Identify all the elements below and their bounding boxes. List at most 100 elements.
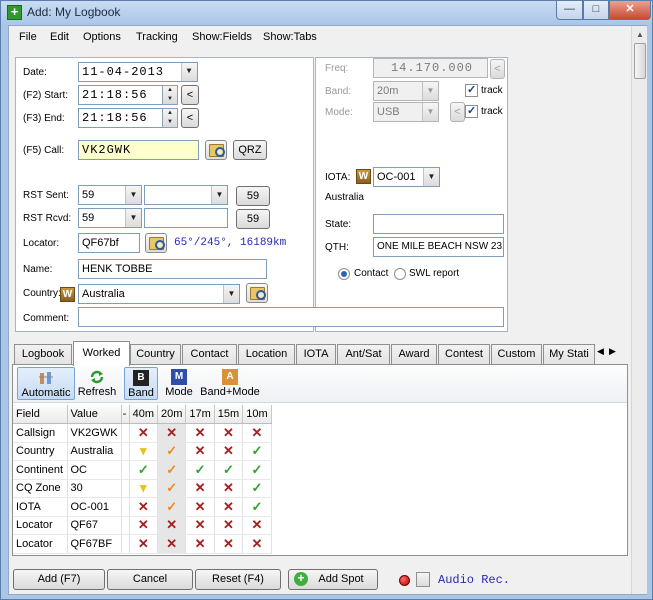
qrz-button[interactable]: QRZ	[233, 140, 267, 160]
band-track-checkbox[interactable]	[465, 83, 478, 97]
menu-tracking[interactable]: Tracking	[136, 31, 178, 43]
add-spot-icon: +	[294, 572, 308, 586]
rst-rcvd-button[interactable]: 59	[236, 209, 270, 229]
mode-track-checkbox[interactable]	[465, 104, 478, 118]
mode-toggle-button[interactable]: M Mode	[162, 367, 196, 400]
tab-iota[interactable]: IOTA	[296, 344, 336, 365]
tab-country[interactable]: Country	[130, 344, 181, 365]
country-label: Country:	[23, 288, 61, 299]
spin-down-icon[interactable]: ▼	[163, 118, 177, 127]
spin-up-icon[interactable]: ▲	[163, 109, 177, 118]
spin-up-icon[interactable]: ▲	[163, 86, 177, 95]
col-field[interactable]: Field	[13, 405, 68, 424]
mode-sync-button[interactable]: <	[450, 102, 465, 122]
table-row[interactable]: Locator QF67BF ✕ ✕ ✕ ✕ ✕	[13, 534, 272, 554]
table-row[interactable]: CQ Zone 30 ▾ ✓ ✕ ✕ ✓	[13, 479, 272, 498]
end-time-input[interactable]: 21:18:56	[78, 108, 164, 128]
tab-location[interactable]: Location	[238, 344, 295, 365]
country-dropdown-icon[interactable]: ▼	[223, 285, 239, 303]
country-lookup-icon[interactable]	[246, 283, 268, 303]
vertical-scrollbar[interactable]: ▲	[631, 26, 647, 594]
menu-options[interactable]: Options	[83, 31, 121, 43]
col-value[interactable]: Value	[67, 405, 122, 424]
col-17m[interactable]: 17m	[185, 405, 215, 424]
locator-lookup-icon[interactable]	[145, 233, 167, 253]
refresh-button[interactable]: Refresh	[76, 367, 118, 400]
cancel-button[interactable]: Cancel	[107, 569, 193, 590]
col-20m[interactable]: 20m	[157, 405, 187, 424]
end-time-spinner[interactable]: ▲ ▼	[162, 108, 178, 128]
call-input[interactable]: VK2GWK	[78, 140, 199, 160]
col-dash[interactable]: -	[121, 405, 130, 424]
tab-award[interactable]: Award	[391, 344, 437, 365]
start-now-button[interactable]: <	[181, 85, 199, 105]
comment-input[interactable]	[78, 307, 504, 327]
record-icon[interactable]	[399, 575, 410, 586]
table-row[interactable]: Locator QF67 ✕ ✕ ✕ ✕ ✕	[13, 516, 272, 535]
mode-select[interactable]: USB ▼	[373, 102, 439, 122]
band-select[interactable]: 20m ▼	[373, 81, 439, 101]
col-15m[interactable]: 15m	[214, 405, 244, 424]
automatic-button[interactable]: Automatic	[17, 367, 75, 400]
start-time-input[interactable]: 21:18:56	[78, 85, 164, 105]
country-select[interactable]: Australia ▼	[78, 284, 240, 304]
tab-worked[interactable]: Worked	[73, 341, 130, 366]
scroll-up-icon[interactable]: ▲	[633, 27, 647, 43]
end-now-button[interactable]: <	[181, 108, 199, 128]
tab-custom[interactable]: Custom	[491, 344, 542, 365]
table-row[interactable]: Continent OC ✓ ✓ ✓ ✓ ✓	[13, 460, 272, 480]
iota-select[interactable]: OC-001 ▼	[373, 167, 440, 187]
swl-report-radio[interactable]	[394, 268, 406, 280]
start-time-spinner[interactable]: ▲ ▼	[162, 85, 178, 105]
add-spot-button[interactable]: + Add Spot	[288, 569, 378, 590]
rst-sent-extra-dropdown-icon[interactable]: ▼	[211, 186, 227, 204]
qth-input[interactable]: ONE MILE BEACH NSW 231	[373, 237, 504, 257]
tab-contact[interactable]: Contact	[182, 344, 237, 365]
contact-radio[interactable]	[338, 268, 350, 280]
table-row[interactable]: Country Australia ▾ ✓ ✕ ✕ ✓	[13, 442, 272, 461]
band-mode-toggle-button[interactable]: A Band+Mode	[198, 367, 262, 400]
state-input[interactable]	[373, 214, 504, 234]
tab-my-station[interactable]: My Stati	[543, 344, 595, 365]
add-button[interactable]: Add (F7)	[13, 569, 105, 590]
band-toggle-button[interactable]: B Band	[124, 367, 158, 400]
reset-button[interactable]: Reset (F4)	[195, 569, 281, 590]
date-dropdown-icon[interactable]: ▼	[181, 63, 197, 81]
menu-edit[interactable]: Edit	[50, 31, 69, 43]
menu-show-fields[interactable]: Show:Fields	[192, 31, 252, 43]
minimize-button[interactable]: —	[556, 1, 583, 20]
rst-sent-button[interactable]: 59	[236, 186, 270, 206]
table-row[interactable]: IOTA OC-001 ✕ ✓ ✕ ✕ ✓	[13, 497, 272, 517]
rst-rcvd-input[interactable]: 59 ▼	[78, 208, 142, 228]
tab-contest[interactable]: Contest	[438, 344, 490, 365]
tab-scroll-left-icon[interactable]: ◀	[597, 346, 604, 357]
tab-logbook[interactable]: Logbook	[14, 344, 72, 365]
iota-dropdown-icon[interactable]: ▼	[423, 168, 439, 186]
band-dropdown-icon[interactable]: ▼	[422, 82, 438, 100]
scroll-thumb[interactable]	[634, 43, 646, 79]
tab-ant-sat[interactable]: Ant/Sat	[337, 344, 390, 365]
freq-input[interactable]: 14.170.000	[373, 58, 488, 78]
rst-rcvd-dropdown-icon[interactable]: ▼	[125, 209, 141, 227]
rst-sent-extra-input[interactable]: ▼	[144, 185, 228, 205]
menu-file[interactable]: File	[19, 31, 37, 43]
col-40m[interactable]: 40m	[129, 405, 158, 424]
rst-sent-input[interactable]: 59 ▼	[78, 185, 142, 205]
date-input[interactable]: 11-04-2013 ▼	[78, 62, 198, 82]
mode-dropdown-icon[interactable]: ▼	[422, 103, 438, 121]
tab-scroll-right-icon[interactable]: ▶	[609, 346, 616, 357]
spin-down-icon[interactable]: ▼	[163, 95, 177, 104]
call-lookup-icon[interactable]	[205, 140, 227, 160]
row-field: Locator	[13, 516, 68, 535]
freq-sync-button[interactable]: <	[490, 59, 505, 79]
col-10m[interactable]: 10m	[242, 405, 272, 424]
locator-input[interactable]: QF67bf	[78, 233, 140, 253]
name-input[interactable]: HENK TOBBE	[78, 259, 267, 279]
rst-rcvd-extra-input[interactable]	[144, 208, 228, 228]
close-button[interactable]: ✕	[609, 1, 651, 20]
audio-rec-checkbox[interactable]	[416, 572, 430, 587]
table-row[interactable]: Callsign VK2GWK ✕ ✕ ✕ ✕ ✕	[13, 423, 272, 443]
maximize-button[interactable]: □	[583, 1, 609, 20]
menu-show-tabs[interactable]: Show:Tabs	[263, 31, 317, 43]
rst-sent-dropdown-icon[interactable]: ▼	[125, 186, 141, 204]
